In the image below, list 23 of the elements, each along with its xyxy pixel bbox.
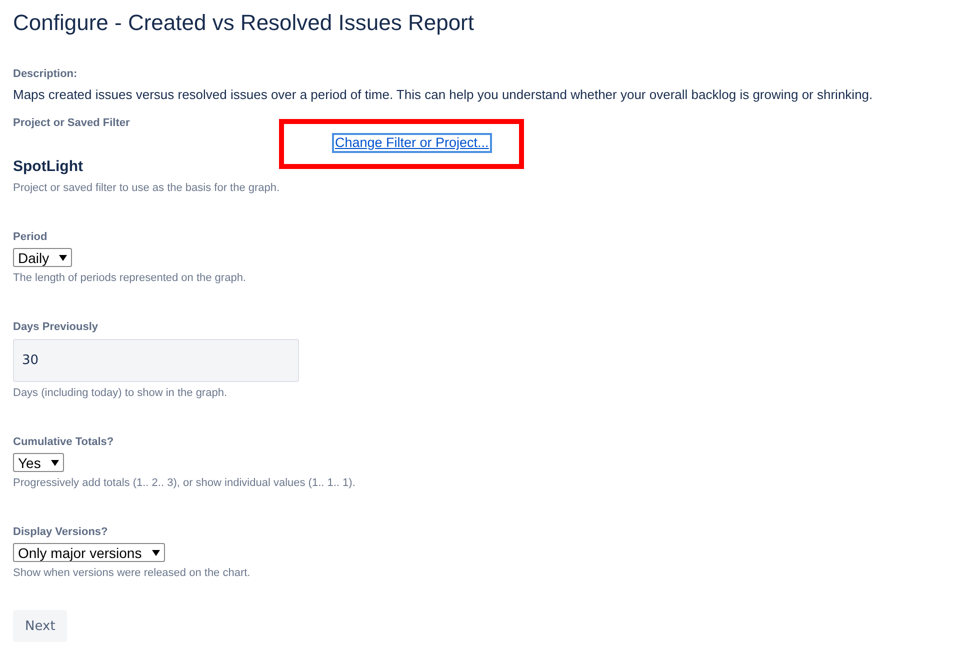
caret-icon xyxy=(50,460,59,466)
field-label: Days Previously xyxy=(13,320,99,334)
description-label: Description: xyxy=(13,67,78,81)
help-text: Show when versions were released on the chart. xyxy=(13,566,252,580)
field-label: Cumulative Totals? xyxy=(13,435,115,449)
help-text: Progressively add totals (1.. 2.. 3), or show individual values (1.. 1.. 1). xyxy=(13,476,356,490)
caret-icon xyxy=(152,550,160,556)
help-text: The length of periods represented on the graph. xyxy=(13,271,247,285)
page-title: Configure - Created vs Resolved Issues Report xyxy=(13,9,475,37)
field-label: Display Versions? xyxy=(13,525,109,539)
filter-label: Project or Saved Filter xyxy=(13,116,131,130)
dropdown-select[interactable]: Daily xyxy=(13,248,72,267)
filter-name: SpotLight xyxy=(13,157,84,177)
caret-icon xyxy=(59,254,68,260)
input-field[interactable]: 30 xyxy=(13,339,299,382)
field-label: Period xyxy=(13,230,48,244)
change-filter-link[interactable]: Change Filter or Project... xyxy=(332,133,492,153)
dropdown-select[interactable]: Only major versions xyxy=(13,543,165,562)
help-text: Days (including today) to show in the graph. xyxy=(13,386,228,400)
help-text: Project or saved filter to use as the basis for the graph. xyxy=(13,181,281,195)
dropdown-select[interactable]: Yes xyxy=(13,453,64,472)
next-button[interactable]: Next xyxy=(13,610,68,642)
description-text: Maps created issues versus resolved issues over a period of time. This can help you understand whether your overall backlog is growing or shrinking. xyxy=(13,86,874,104)
